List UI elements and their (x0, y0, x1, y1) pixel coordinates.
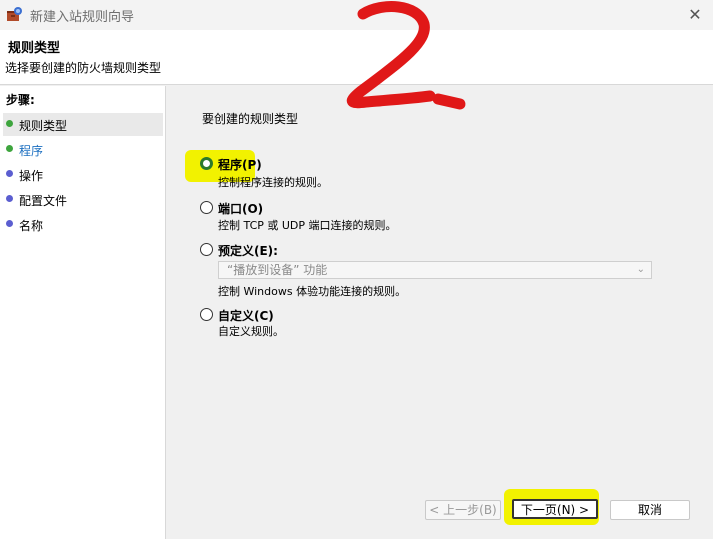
step-status-dot-icon (6, 170, 13, 177)
step-status-dot-icon (6, 145, 13, 152)
step-program[interactable]: 程序 (3, 138, 163, 161)
close-button[interactable]: ✕ (684, 4, 706, 26)
option-label-predefined[interactable]: 预定义(E): (218, 242, 278, 259)
steps-title: 步骤: (6, 93, 35, 107)
radio-port[interactable] (200, 201, 213, 214)
step-label[interactable]: 程序 (19, 142, 43, 159)
step-status-dot-icon (6, 120, 13, 127)
predefined-select-value: “播放到设备” 功能 (227, 263, 328, 277)
step-rule-type[interactable]: 规则类型 (3, 113, 163, 136)
option-label-program[interactable]: 程序(P) (218, 156, 262, 173)
page-title: 规则类型 (8, 41, 61, 56)
radio-custom[interactable] (200, 308, 213, 321)
annotation-scribble (346, 1, 466, 110)
radio-program[interactable] (200, 157, 213, 170)
radio-predefined[interactable] (200, 243, 213, 256)
option-desc-custom: 自定义规则。 (218, 325, 284, 338)
option-desc-predefined: 控制 Windows 体验功能连接的规则。 (218, 285, 407, 298)
step-profile: 配置文件 (3, 188, 163, 211)
step-status-dot-icon (6, 220, 13, 227)
option-desc-port: 控制 TCP 或 UDP 端口连接的规则。 (218, 219, 397, 232)
content-panel: 要创建的规则类型 程序(P) 控制程序连接的规则。 端口(O) 控制 TCP 或… (167, 86, 713, 539)
window-title: 新建入站规则向导 (30, 10, 135, 25)
question-label: 要创建的规则类型 (202, 112, 299, 126)
option-desc-program: 控制程序连接的规则。 (218, 176, 328, 189)
option-label-custom[interactable]: 自定义(C) (218, 307, 274, 324)
step-action: 操作 (3, 163, 163, 186)
steps-panel: 步骤: 规则类型 程序 操作 配置文件 名称 (0, 86, 166, 539)
option-label-port[interactable]: 端口(O) (218, 200, 263, 217)
predefined-select[interactable]: “播放到设备” 功能 ⌄ (218, 261, 652, 279)
firewall-app-icon (7, 7, 22, 21)
step-status-dot-icon (6, 195, 13, 202)
step-label: 操作 (19, 169, 44, 183)
step-label: 名称 (19, 219, 44, 233)
close-icon[interactable]: ✕ (688, 5, 701, 24)
step-label: 配置文件 (19, 194, 68, 208)
step-name: 名称 (3, 213, 163, 236)
back-button[interactable]: < 上一步(B) (425, 500, 501, 520)
step-label: 规则类型 (19, 119, 68, 133)
next-button[interactable]: 下一页(N) > (512, 499, 598, 519)
chevron-down-icon: ⌄ (636, 264, 645, 275)
cancel-button[interactable]: 取消 (610, 500, 690, 520)
page-subtitle: 选择要创建的防火墙规则类型 (5, 61, 162, 75)
